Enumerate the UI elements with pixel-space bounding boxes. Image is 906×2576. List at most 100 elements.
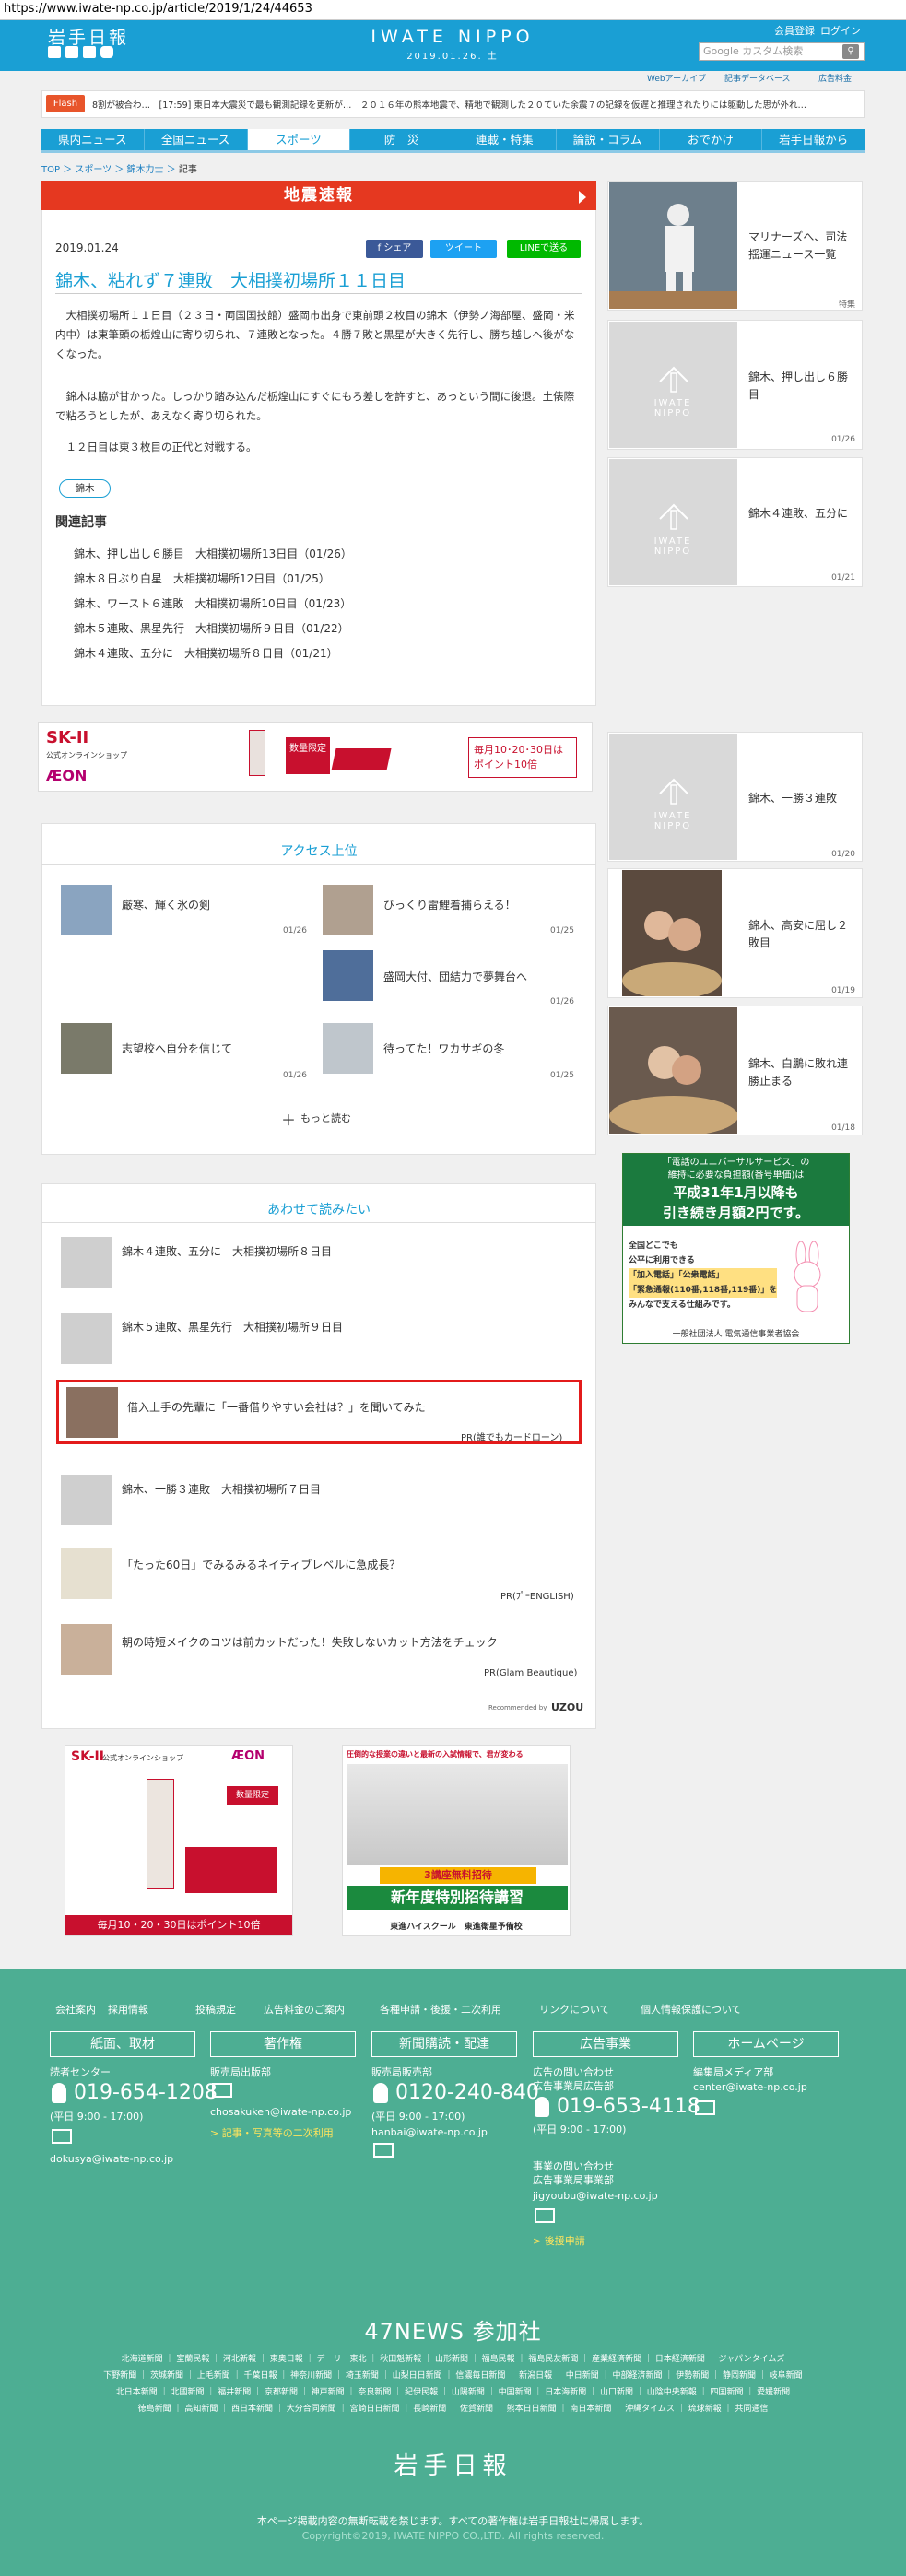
- nav-local[interactable]: 県内ニュース: [41, 129, 145, 150]
- footer-link[interactable]: 会社案内: [55, 2002, 96, 2017]
- ranking-title[interactable]: 厳寒、輝く氷の剣: [122, 897, 210, 912]
- facebook-share-button[interactable]: f シェア: [366, 240, 423, 258]
- sidebar-title[interactable]: 錦木、押し出し６勝目: [748, 369, 857, 404]
- instagram-icon[interactable]: [100, 46, 113, 58]
- related-link[interactable]: 錦木４連敗、五分に 大相撲初場所８日目（01/21）: [74, 645, 338, 661]
- footer-link[interactable]: 個人情報保護について: [641, 2002, 742, 2017]
- sales-phone[interactable]: 0120-240-840: [395, 2081, 539, 2104]
- url-bar[interactable]: https://www.iwate-np.co.jp/article/2019/…: [0, 0, 906, 20]
- ranking-thumb[interactable]: [61, 1023, 112, 1074]
- footer-link[interactable]: リンクについて: [539, 2002, 610, 2017]
- sidebar-title[interactable]: マリナーズへ、司法揺運ニュース一覧: [748, 229, 857, 264]
- flash-ticker[interactable]: 8割が被合わ… [17:59] 東日本大震災で最も観測記録を更新が… ２０１６年…: [92, 98, 857, 111]
- nav-sports[interactable]: スポーツ: [247, 129, 351, 150]
- event-email[interactable]: jigyoubu@iwate-np.co.jp: [533, 2190, 658, 2202]
- ranking-title[interactable]: びっくり雷鯉着捕らえる！: [383, 897, 516, 912]
- recommend-thumb[interactable]: [61, 1237, 112, 1288]
- footer-box-editorial[interactable]: 紙面、取材: [50, 2031, 195, 2057]
- sidebar-title[interactable]: 錦木４連敗、五分に: [748, 505, 857, 523]
- recommend-thumb[interactable]: [61, 1548, 112, 1599]
- media-email[interactable]: center@iwate-np.co.jp: [693, 2081, 807, 2093]
- sales-email[interactable]: hanbai@iwate-np.co.jp: [371, 2126, 488, 2138]
- copyright-email[interactable]: chosakuken@iwate-np.co.jp: [210, 2106, 351, 2118]
- nav-outing[interactable]: おでかけ: [660, 129, 763, 150]
- footer-box-subscription[interactable]: 新聞購読・配達: [371, 2031, 517, 2057]
- nav-disaster[interactable]: 防 災: [350, 129, 453, 150]
- sidebar-title[interactable]: 錦木、一勝３連敗: [748, 790, 857, 807]
- universal-service-ad[interactable]: 「電話のユニバーサルサービス」の 維持に必要な負担額(番号単価)は 平成31年1…: [622, 1153, 850, 1344]
- footer-link[interactable]: 採用情報: [108, 2002, 148, 2017]
- sponsorship-link[interactable]: > 後援申請: [533, 2233, 585, 2248]
- recommend-title[interactable]: 錦木５連敗、黒星先行 大相撲初場所９日目: [122, 1319, 343, 1335]
- facebook-icon[interactable]: [65, 46, 78, 58]
- nav-from-nippo[interactable]: 岩手日報から: [762, 129, 865, 150]
- footer-box-advertising[interactable]: 広告事業: [533, 2031, 678, 2057]
- related-link[interactable]: 錦木、押し出し６勝目 大相撲初場所13日目（01/26）: [74, 546, 352, 561]
- reader-email[interactable]: dokusya@iwate-np.co.jp: [50, 2153, 173, 2165]
- member-papers[interactable]: 徳島新聞 ｜ 高知新聞 ｜ 西日本新聞 ｜ 大分合同新聞 ｜ 宮崎日日新聞 ｜ …: [37, 2399, 869, 2419]
- nav-columns[interactable]: 論説・コラム: [557, 129, 660, 150]
- skii-banner-ad[interactable]: SK-II 公式オンラインショップ ÆON 数量限定 毎月10･20･30日は …: [38, 722, 593, 792]
- uzou-logo[interactable]: UZOU: [551, 1701, 583, 1713]
- search-input[interactable]: Google カスタム検索: [699, 42, 865, 61]
- mail-icon[interactable]: [373, 2143, 394, 2158]
- archive-link[interactable]: Webアーカイブ: [647, 72, 706, 84]
- recommend-thumb[interactable]: [61, 1475, 112, 1525]
- site-logo[interactable]: 岩手日報: [48, 24, 129, 49]
- earthquake-alert-bar[interactable]: 地震速報: [41, 181, 596, 210]
- ranking-thumb[interactable]: [323, 1023, 373, 1074]
- ranking-thumb[interactable]: [323, 885, 373, 935]
- mail-icon[interactable]: [52, 2129, 72, 2144]
- footer-link[interactable]: 各種申請・後援・二次利用: [380, 2002, 501, 2017]
- sidebar-title[interactable]: 錦木、高安に屈し２敗目: [748, 917, 857, 952]
- ranking-title[interactable]: 待ってた！ワカサギの冬: [383, 1041, 504, 1056]
- ranking-title[interactable]: 志望校へ自分を信じて: [122, 1041, 232, 1056]
- baseball-photo: [609, 182, 737, 309]
- ranking-thumb[interactable]: [323, 950, 373, 1001]
- recommend-thumb[interactable]: [61, 1624, 112, 1675]
- toshin-ad[interactable]: 圧倒的な授業の違いと最新の入試情報で、君が変わる 3講座無料招待 新年度特別招待…: [342, 1745, 571, 1936]
- line-icon[interactable]: [83, 46, 96, 58]
- skii-square-ad[interactable]: SK-II 公式オンラインショップ ÆON 数量限定 毎月10・20・30日はポ…: [65, 1745, 293, 1936]
- ad-phone[interactable]: 019-653-4118: [557, 2095, 700, 2118]
- mail-icon[interactable]: [212, 2083, 232, 2098]
- footer-box-copyright[interactable]: 著作権: [210, 2031, 356, 2057]
- tweet-button[interactable]: ツイート: [430, 240, 497, 258]
- footer-link[interactable]: 投稿規定: [195, 2002, 236, 2017]
- plus-icon[interactable]: ＋: [281, 1108, 296, 1130]
- footer-link[interactable]: 広告料金のご案内: [264, 2002, 345, 2017]
- crumb-sports[interactable]: スポーツ: [75, 165, 112, 175]
- recommend-thumb[interactable]: [66, 1387, 118, 1438]
- recommend-title[interactable]: 借入上手の先輩に「一番借りやすい会社は？」を聞いてみた: [127, 1399, 426, 1415]
- nav-features[interactable]: 連載・特集: [453, 129, 557, 150]
- ranking-thumb[interactable]: [61, 885, 112, 935]
- reader-phone[interactable]: 019-654-1208: [74, 2081, 218, 2104]
- related-link[interactable]: 錦木、ワースト６連敗 大相撲初場所10日目（01/23）: [74, 595, 351, 611]
- related-link[interactable]: 錦木５連敗、黒星先行 大相撲初場所９日目（01/22）: [74, 620, 349, 636]
- adrate-link[interactable]: 広告料金: [818, 72, 852, 84]
- tag-nishikigi[interactable]: 錦木: [59, 479, 111, 498]
- login-link[interactable]: ログイン: [820, 23, 861, 38]
- register-link[interactable]: 会員登録: [774, 23, 815, 38]
- recommend-title[interactable]: 「たった60日」でみるみるネイティブレベルに急成長？: [122, 1557, 400, 1572]
- crumb-top[interactable]: TOP: [41, 165, 60, 175]
- ranking-title[interactable]: 盛岡大付、団結力で夢舞台へ: [383, 969, 527, 984]
- related-link[interactable]: 錦木８日ぶり白星 大相撲初場所12日目（01/25）: [74, 570, 330, 586]
- line-share-button[interactable]: LINEで送る: [507, 240, 581, 258]
- recommend-title[interactable]: 朝の時短メイクのコツは前カットだった！失敗しないカット方法をチェック: [122, 1634, 498, 1650]
- read-more-link[interactable]: もっと読む: [300, 1111, 351, 1125]
- recommend-thumb[interactable]: [61, 1313, 112, 1364]
- recommend-title[interactable]: 錦木、一勝３連敗 大相撲初場所７日目: [122, 1481, 321, 1497]
- footer-logo[interactable]: 岩手日報: [0, 2447, 906, 2481]
- recommend-title[interactable]: 錦木４連敗、五分に 大相撲初場所８日目: [122, 1243, 332, 1259]
- nav-national[interactable]: 全国ニュース: [145, 129, 248, 150]
- search-icon[interactable]: ⚲: [842, 44, 859, 59]
- twitter-icon[interactable]: [48, 46, 61, 58]
- mail-icon[interactable]: [695, 2100, 715, 2115]
- crumb-sumo[interactable]: 錦木力士: [127, 165, 164, 175]
- sidebar-title[interactable]: 錦木、白鵬に敗れ連勝止まる: [748, 1055, 857, 1090]
- mail-icon[interactable]: [535, 2208, 555, 2223]
- database-link[interactable]: 記事データベース: [724, 72, 791, 84]
- footer-box-homepage[interactable]: ホームページ: [693, 2031, 839, 2057]
- secondary-use-link[interactable]: > 記事・写真等の二次利用: [210, 2125, 334, 2140]
